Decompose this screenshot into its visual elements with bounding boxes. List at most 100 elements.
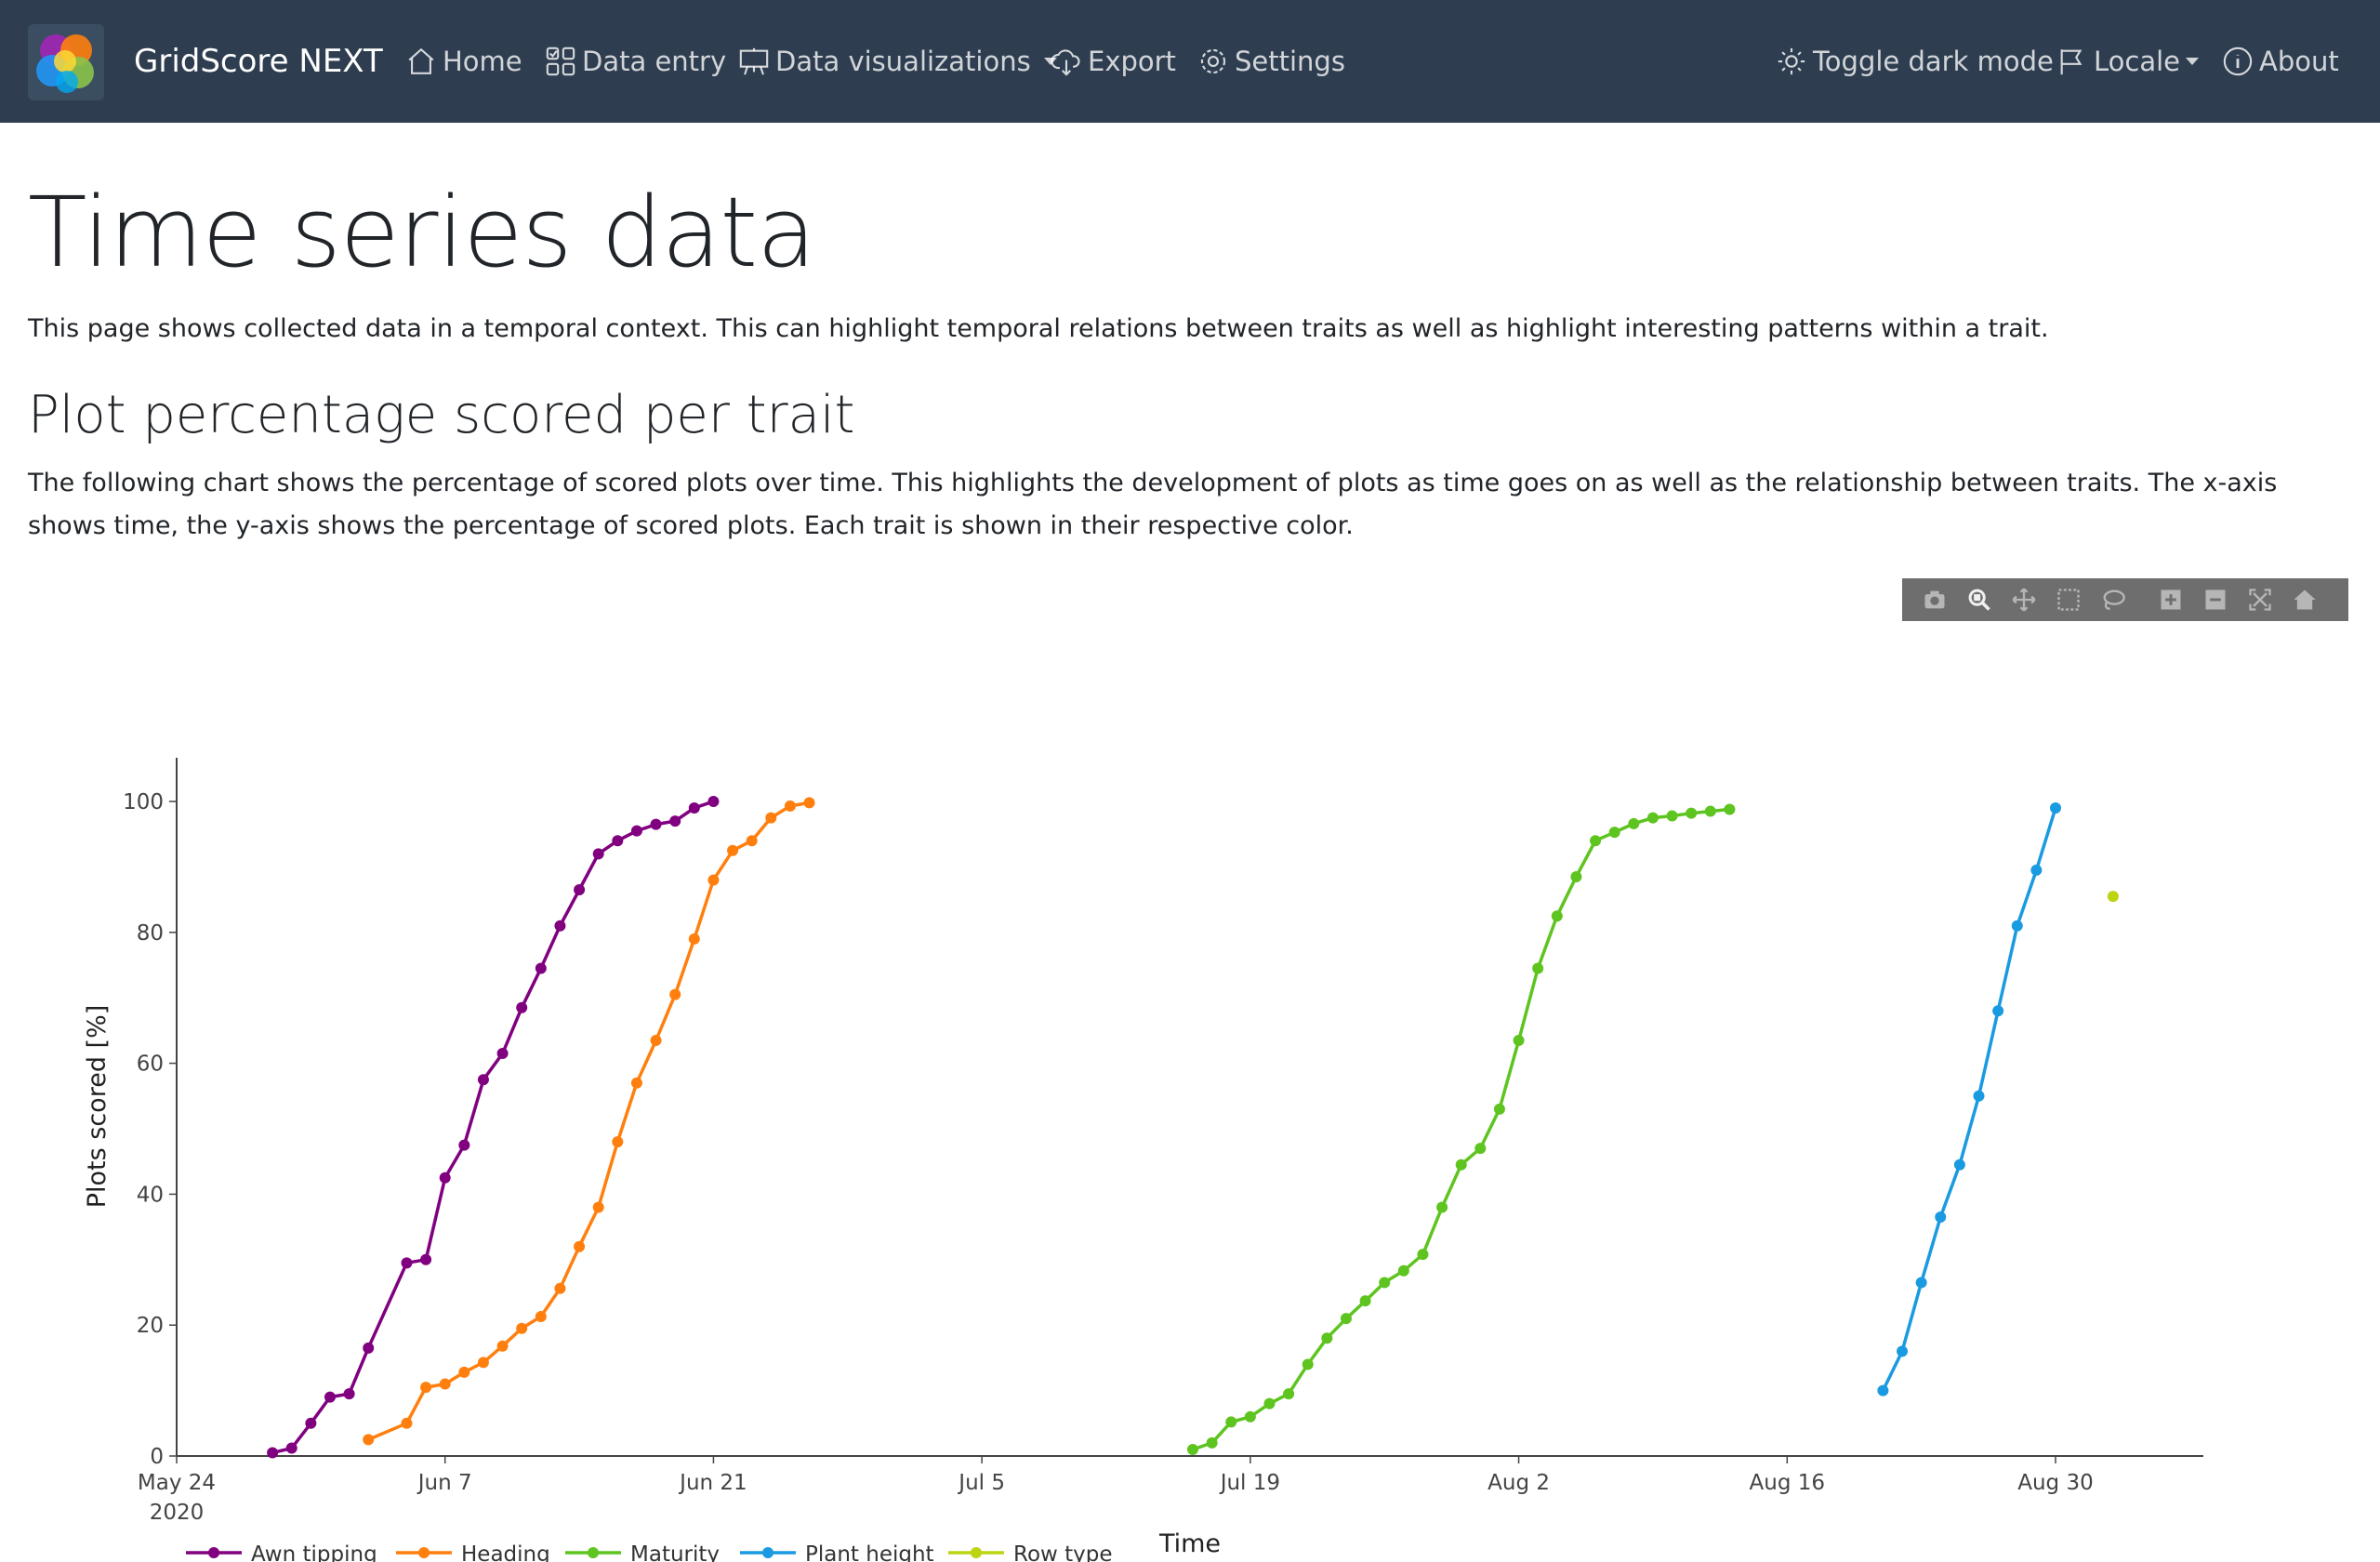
data-point-maturity[interactable] bbox=[1532, 962, 1544, 974]
data-point-awn-tipping[interactable] bbox=[592, 848, 604, 860]
data-point-maturity[interactable] bbox=[1244, 1410, 1256, 1423]
data-point-heading[interactable] bbox=[574, 1240, 586, 1252]
autoscale-icon[interactable] bbox=[2244, 584, 2276, 616]
data-point-awn-tipping[interactable] bbox=[420, 1253, 432, 1265]
data-point-heading[interactable] bbox=[707, 874, 720, 886]
data-point-maturity[interactable] bbox=[1397, 1264, 1409, 1277]
nav-export[interactable]: Export bbox=[1051, 35, 1176, 87]
nav-settings[interactable]: Settings bbox=[1197, 35, 1345, 87]
data-point-heading[interactable] bbox=[727, 844, 739, 856]
data-point-plant-height[interactable] bbox=[2030, 864, 2043, 876]
data-point-heading[interactable] bbox=[477, 1357, 489, 1369]
data-point-awn-tipping[interactable] bbox=[574, 884, 586, 896]
legend-item-awn-tipping[interactable]: Awn tipping bbox=[186, 1542, 377, 1562]
data-point-heading[interactable] bbox=[363, 1434, 375, 1446]
data-point-plant-height[interactable] bbox=[1897, 1345, 1909, 1357]
data-point-heading[interactable] bbox=[592, 1201, 604, 1213]
data-point-heading[interactable] bbox=[784, 800, 796, 812]
data-point-awn-tipping[interactable] bbox=[343, 1388, 355, 1400]
data-point-awn-tipping[interactable] bbox=[439, 1172, 451, 1184]
nav-about[interactable]: About bbox=[2222, 35, 2339, 87]
brand-name[interactable]: GridScore NEXT bbox=[134, 35, 383, 87]
data-point-plant-height[interactable] bbox=[2011, 920, 2023, 932]
data-point-plant-height[interactable] bbox=[1973, 1090, 1985, 1102]
data-point-maturity[interactable] bbox=[1263, 1397, 1276, 1410]
data-point-heading[interactable] bbox=[458, 1366, 470, 1378]
data-point-plant-height[interactable] bbox=[1915, 1277, 1927, 1289]
data-point-maturity[interactable] bbox=[1590, 835, 1602, 847]
data-point-row-type[interactable] bbox=[2107, 891, 2119, 903]
data-point-awn-tipping[interactable] bbox=[669, 815, 681, 827]
data-point-maturity[interactable] bbox=[1321, 1332, 1333, 1344]
data-point-maturity[interactable] bbox=[1628, 817, 1640, 829]
data-point-heading[interactable] bbox=[439, 1378, 451, 1390]
pan-icon[interactable] bbox=[2008, 584, 2040, 616]
legend-item-plant-height[interactable]: Plant height bbox=[740, 1542, 934, 1562]
data-point-awn-tipping[interactable] bbox=[285, 1442, 298, 1454]
chart-legend[interactable]: Awn tipping Heading Maturity Plant height Ro… bbox=[186, 1542, 1113, 1562]
legend-item-heading[interactable]: Heading bbox=[396, 1542, 550, 1562]
data-point-maturity[interactable] bbox=[1379, 1277, 1391, 1289]
data-point-heading[interactable] bbox=[554, 1282, 566, 1294]
data-point-heading[interactable] bbox=[535, 1311, 547, 1323]
data-point-maturity[interactable] bbox=[1340, 1313, 1352, 1325]
data-point-heading[interactable] bbox=[516, 1322, 528, 1334]
data-point-maturity[interactable] bbox=[1724, 803, 1736, 815]
data-point-plant-height[interactable] bbox=[1953, 1158, 1965, 1171]
data-point-heading[interactable] bbox=[401, 1417, 413, 1429]
data-point-heading[interactable] bbox=[420, 1382, 432, 1394]
gridscore-logo[interactable] bbox=[28, 24, 104, 100]
data-point-awn-tipping[interactable] bbox=[630, 825, 642, 837]
data-point-plant-height[interactable] bbox=[1935, 1211, 1947, 1224]
camera-icon[interactable] bbox=[1919, 584, 1950, 616]
data-point-awn-tipping[interactable] bbox=[401, 1257, 413, 1269]
data-point-awn-tipping[interactable] bbox=[496, 1048, 509, 1060]
legend-item-row-type[interactable]: Row type bbox=[948, 1542, 1113, 1562]
data-point-maturity[interactable] bbox=[1646, 812, 1659, 824]
data-point-awn-tipping[interactable] bbox=[458, 1139, 470, 1151]
data-point-plant-height[interactable] bbox=[1877, 1384, 1889, 1397]
zoom-in-icon[interactable] bbox=[2155, 584, 2187, 616]
data-point-maturity[interactable] bbox=[1493, 1103, 1505, 1115]
data-point-maturity[interactable] bbox=[1436, 1201, 1448, 1213]
data-point-maturity[interactable] bbox=[1186, 1443, 1198, 1455]
toggle-dark-mode-button[interactable]: Toggle dark mode bbox=[1776, 35, 2054, 87]
data-point-heading[interactable] bbox=[803, 797, 815, 809]
lasso-select-icon[interactable] bbox=[2097, 584, 2129, 616]
data-point-maturity[interactable] bbox=[1359, 1295, 1371, 1307]
data-point-maturity[interactable] bbox=[1686, 807, 1698, 819]
data-point-maturity[interactable] bbox=[1455, 1158, 1467, 1171]
data-point-awn-tipping[interactable] bbox=[267, 1447, 279, 1459]
series-plant-height[interactable] bbox=[1877, 802, 2061, 1397]
data-point-maturity[interactable] bbox=[1704, 805, 1716, 817]
locale-dropdown[interactable]: Locale bbox=[2056, 35, 2200, 87]
zoom-out-icon[interactable] bbox=[2200, 584, 2231, 616]
zoom-icon[interactable] bbox=[1964, 584, 1995, 616]
data-point-plant-height[interactable] bbox=[2050, 802, 2061, 814]
data-point-maturity[interactable] bbox=[1608, 827, 1620, 839]
data-point-heading[interactable] bbox=[496, 1340, 509, 1352]
data-point-heading[interactable] bbox=[688, 933, 700, 945]
data-point-maturity[interactable] bbox=[1666, 810, 1678, 822]
data-point-awn-tipping[interactable] bbox=[554, 920, 566, 932]
data-point-awn-tipping[interactable] bbox=[305, 1417, 317, 1429]
series-maturity[interactable] bbox=[1186, 803, 1736, 1455]
data-point-awn-tipping[interactable] bbox=[612, 835, 624, 847]
data-point-maturity[interactable] bbox=[1551, 910, 1563, 922]
data-point-maturity[interactable] bbox=[1302, 1358, 1314, 1370]
data-point-maturity[interactable] bbox=[1225, 1416, 1237, 1428]
data-point-heading[interactable] bbox=[612, 1136, 624, 1148]
series-row-type[interactable] bbox=[2107, 891, 2119, 903]
data-point-heading[interactable] bbox=[746, 835, 758, 847]
reset-axes-icon[interactable] bbox=[2289, 584, 2320, 616]
data-point-maturity[interactable] bbox=[1283, 1388, 1295, 1400]
data-point-maturity[interactable] bbox=[1206, 1436, 1218, 1449]
nav-data-entry[interactable]: Data entry bbox=[545, 35, 726, 87]
chart-series[interactable] bbox=[267, 796, 2119, 1459]
data-point-awn-tipping[interactable] bbox=[707, 796, 720, 807]
data-point-heading[interactable] bbox=[669, 988, 681, 1000]
data-point-awn-tipping[interactable] bbox=[516, 1001, 528, 1013]
legend-item-maturity[interactable]: Maturity bbox=[565, 1542, 720, 1562]
box-select-icon[interactable] bbox=[2053, 584, 2084, 616]
data-point-maturity[interactable] bbox=[1474, 1143, 1487, 1155]
